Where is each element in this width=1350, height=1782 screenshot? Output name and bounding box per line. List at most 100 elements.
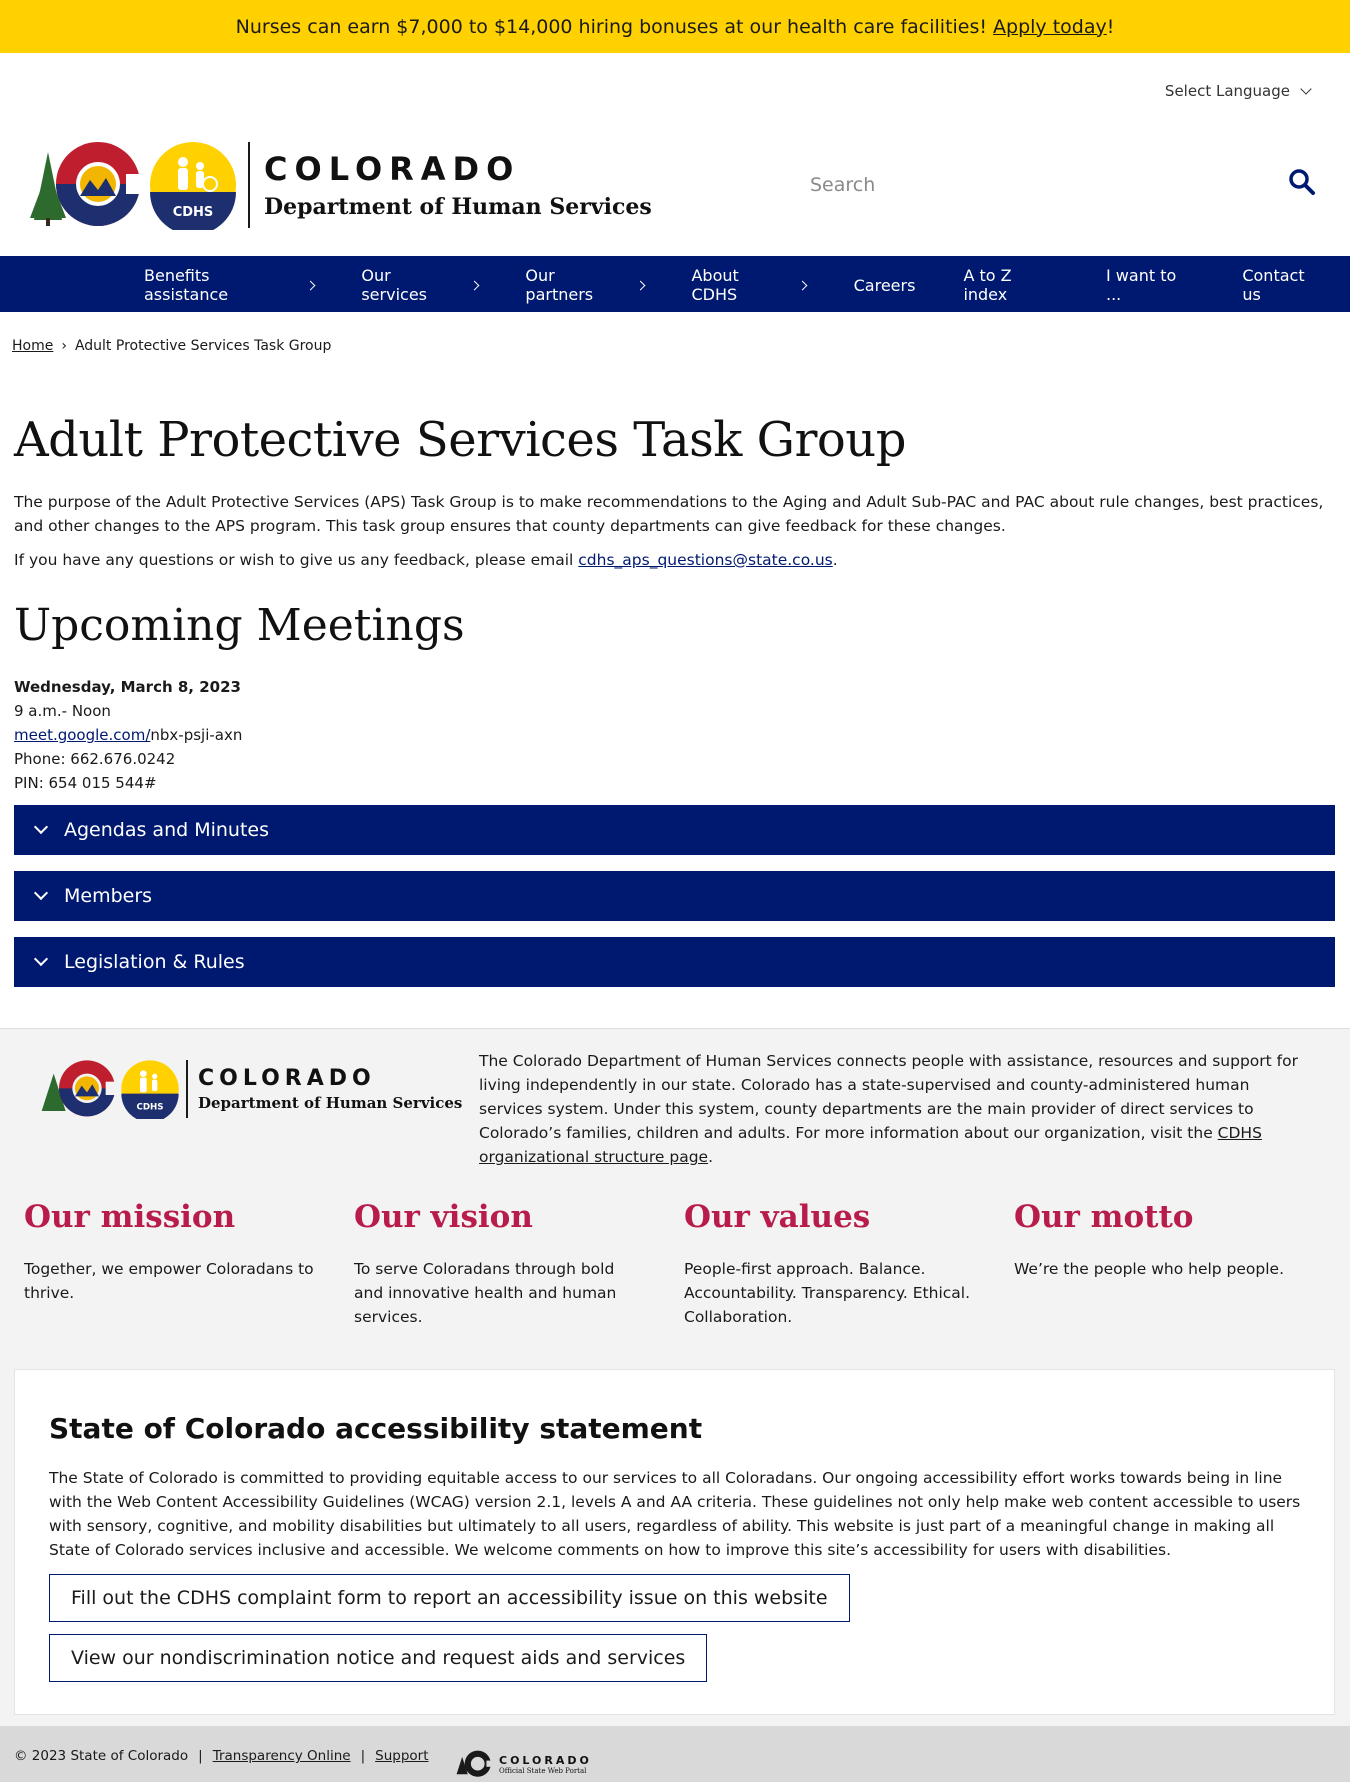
complaint-form-button[interactable]: Fill out the CDHS complaint form to repo… [49,1574,850,1622]
pillar-motto: Our motto We’re the people who help peop… [1014,1199,1304,1281]
logo-state: COLORADO [198,1066,376,1091]
accordion-legislation[interactable]: Legislation & Rules [14,937,1335,987]
chevron-down-icon [33,885,49,901]
footer-logo-text: COLORADO Department of Human Services [198,1066,462,1112]
separator: | [198,1748,203,1764]
pillar-title: Our vision [354,1199,533,1235]
colorado-c-logo-icon [41,1060,118,1117]
logo-divider [186,1060,188,1118]
main-nav: Benefits assistance Our services Our par… [0,256,1350,312]
apply-today-link[interactable]: Apply today [993,16,1107,38]
cdhs-seal-icon: CDHS [150,142,236,230]
page-title: Adult Protective Services Task Group [14,412,906,468]
search-icon [1289,169,1315,195]
portal-subtitle: Official State Web Portal [499,1766,587,1775]
pillar-vision: Our vision To serve Coloradans through b… [354,1199,644,1329]
nav-label: A to Z index [963,266,1012,304]
support-link[interactable]: Support [375,1748,428,1764]
feedback-paragraph: If you have any questions or wish to giv… [14,551,838,569]
state-portal-logo[interactable]: COLORADO Official State Web Portal [455,1750,592,1778]
footer-logo[interactable]: CDHS COLORADO Department of Human Servic… [40,1059,462,1119]
nav-label: Contact us [1242,266,1305,304]
nondiscrimination-button[interactable]: View our nondiscrimination notice and re… [49,1634,708,1682]
footer-about-suffix: . [708,1148,714,1166]
search-input[interactable] [810,174,1250,196]
meeting-link-row: meet.google.com/nbx-psji-axn [14,723,242,747]
logo-divider [248,142,250,228]
colorado-c-logo-icon [30,142,144,226]
pillar-text: We’re the people who help people. [1014,1260,1285,1278]
logo-dept: Department of Human Services [198,1094,463,1112]
meeting-phone: Phone: 662.676.0242 [14,750,176,768]
nav-item-benefits[interactable]: Benefits assistance [120,258,337,312]
logo-text: COLORADO Department of Human Services [264,150,652,220]
accordion-members[interactable]: Members [14,871,1335,921]
accordion-label: Members [64,885,153,907]
pillar-text: People-first approach. Balance. Accounta… [684,1260,971,1326]
portal-title: COLORADO [499,1753,592,1767]
nav-item-a-to-z[interactable]: A to Z index [939,258,1082,312]
nav-item-about[interactable]: About CDHS [667,258,829,312]
accordion-label: Legislation & Rules [64,951,245,973]
cdhs-seal-icon: CDHS [121,1060,179,1119]
breadcrumb-home-link[interactable]: Home [12,338,53,354]
site-logo[interactable]: CDHS COLORADO Department of Human Servic… [28,140,652,230]
meetings-heading: Upcoming Meetings [14,600,465,651]
nav-label: Careers [853,275,916,295]
separator: | [360,1748,366,1764]
banner-suffix: ! [1106,15,1115,38]
copyright: © 2023 State of Colorado [14,1748,189,1764]
accessibility-text: The State of Colorado is committed to pr… [49,1469,1301,1559]
transparency-online-link[interactable]: Transparency Online [213,1748,351,1764]
nav-item-partners[interactable]: Our partners [501,258,667,312]
intro-paragraph: The purpose of the Adult Protective Serv… [14,493,1324,535]
meet-link[interactable]: meet.google.com/ [14,726,150,744]
accessibility-statement: State of Colorado accessibility statemen… [14,1369,1335,1715]
pillar-title: Our values [684,1199,871,1235]
footer-about: The Colorado Department of Human Service… [479,1049,1309,1169]
nav-item-services[interactable]: Our services [337,258,501,312]
meeting-date: Wednesday, March 8, 2023 [14,678,241,696]
pillar-title: Our mission [24,1199,236,1235]
nav-label: About CDHS [691,266,739,304]
nav-label: I want to ... [1106,266,1177,304]
site-search [810,160,1320,210]
chevron-down-icon [1300,83,1312,95]
chevron-down-icon [33,951,49,967]
nav-item-i-want-to[interactable]: I want to ... [1082,258,1218,312]
search-button[interactable] [1288,168,1320,200]
language-label: Select Language [1164,82,1290,100]
breadcrumb: Home › Adult Protective Services Task Gr… [12,338,331,354]
bottom-bar: © 2023 State of Colorado | Transparency … [0,1726,1350,1782]
accordion-agendas[interactable]: Agendas and Minutes [14,805,1335,855]
nav-item-careers[interactable]: Careers [830,258,940,312]
meeting-pin: PIN: 654 015 544# [14,774,157,792]
logo-dept: Department of Human Services [264,194,652,220]
meeting-time: 9 a.m.- Noon [14,702,111,720]
cdhs-badge-text: CDHS [173,205,214,220]
pillar-title: Our motto [1014,1199,1194,1235]
colorado-c-logo-icon [456,1750,493,1777]
breadcrumb-current: Adult Protective Services Task Group [74,338,332,354]
footer-about-text: The Colorado Department of Human Service… [479,1052,1298,1142]
nav-item-contact[interactable]: Contact us [1218,258,1350,312]
accessibility-heading: State of Colorado accessibility statemen… [49,1412,703,1445]
language-select[interactable]: Select Language [1164,82,1312,100]
bottom-links: © 2023 State of Colorado | Transparency … [14,1748,429,1764]
cdhs-badge-text: CDHS [136,1103,163,1113]
feedback-prefix: If you have any questions or wish to giv… [14,551,574,569]
feedback-suffix: . [832,551,838,569]
chevron-right-icon [305,280,315,290]
nav-label: Our services [361,266,427,304]
email-link[interactable]: cdhs_aps_questions@state.co.us [578,551,832,569]
pillar-text: To serve Coloradans through bold and inn… [354,1260,617,1326]
nav-label: Benefits assistance [144,266,229,304]
chevron-right-icon [635,280,645,290]
banner-text: Nurses can earn $7,000 to $14,000 hiring… [235,15,988,38]
nav-label: Our partners [525,266,594,304]
breadcrumb-separator: › [61,338,67,354]
pillar-mission: Our mission Together, we empower Colorad… [24,1199,314,1305]
pillar-values: Our values People-first approach. Balanc… [684,1199,974,1329]
chevron-right-icon [797,280,808,290]
pillar-text: Together, we empower Coloradans to thriv… [24,1260,314,1302]
